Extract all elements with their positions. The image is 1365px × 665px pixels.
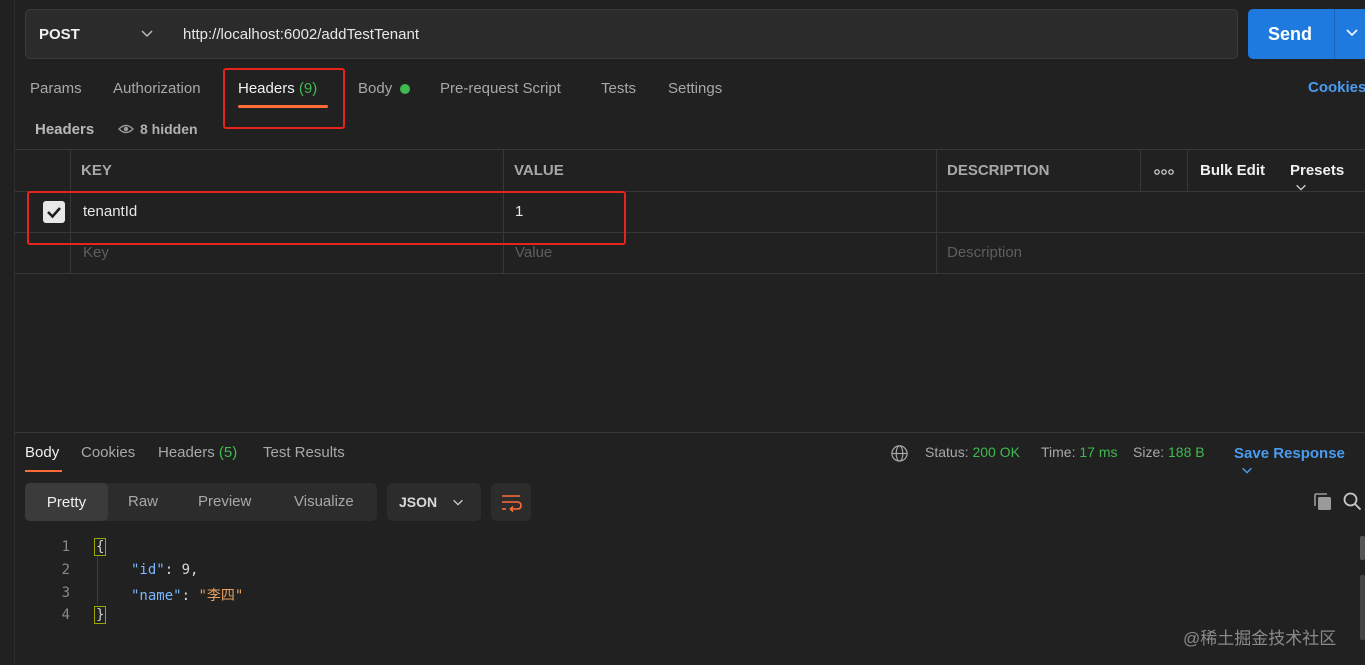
- column-divider: [936, 149, 937, 273]
- view-preview-button[interactable]: Preview: [198, 493, 251, 510]
- json-key-id: "id": [131, 562, 165, 578]
- json-value-id: 9,: [181, 562, 199, 578]
- response-tab-body[interactable]: Body: [25, 444, 59, 461]
- code-line-3[interactable]: "name": "李四": [131, 585, 243, 605]
- chevron-down-icon: [453, 499, 463, 506]
- url-text: http://localhost:6002/addTestTenant: [183, 25, 420, 43]
- column-header-key: KEY: [81, 162, 112, 179]
- search-icon[interactable]: [1342, 491, 1362, 511]
- url-input[interactable]: http://localhost:6002/addTestTenant: [169, 9, 1238, 59]
- view-pretty-button[interactable]: Pretty: [25, 483, 108, 521]
- chevron-down-icon: [1242, 467, 1252, 474]
- wrap-lines-icon: [502, 495, 522, 513]
- tab-params[interactable]: Params: [30, 79, 82, 101]
- hidden-count: 8 hidden: [140, 121, 198, 137]
- chevron-down-icon: [1296, 184, 1306, 191]
- highlight-tenantid-row: [27, 191, 626, 245]
- method-label: POST: [39, 25, 80, 43]
- response-tab-underline: [25, 470, 62, 472]
- column-header-value: VALUE: [514, 162, 564, 179]
- column-header-description: DESCRIPTION: [947, 162, 1050, 179]
- time-label: Time:: [1041, 444, 1076, 460]
- table-border: [15, 273, 1365, 274]
- status-value: 200 OK: [972, 444, 1020, 460]
- format-label: JSON: [399, 494, 438, 510]
- column-divider: [1140, 149, 1141, 191]
- line-number: 4: [61, 607, 70, 623]
- indent-guide: [97, 556, 98, 604]
- status-readout: Status: 200 OK: [925, 444, 1020, 460]
- response-tab-headers[interactable]: Headers (5): [158, 444, 237, 461]
- tab-authorization[interactable]: Authorization: [113, 79, 201, 101]
- response-tab-cookies[interactable]: Cookies: [81, 444, 135, 461]
- response-tab-test-results[interactable]: Test Results: [263, 444, 345, 461]
- scrollbar-track[interactable]: [1360, 575, 1365, 640]
- tab-body[interactable]: Body: [358, 79, 392, 101]
- wrap-lines-button[interactable]: [491, 483, 531, 521]
- line-number: 1: [61, 539, 70, 555]
- code-line-2[interactable]: "id": 9,: [131, 562, 198, 578]
- line-number: 2: [61, 562, 70, 578]
- more-dots-icon: [1154, 169, 1174, 175]
- body-indicator-dot: [400, 84, 410, 94]
- bulk-edit-button[interactable]: Bulk Edit: [1200, 162, 1265, 179]
- pane-divider[interactable]: [15, 432, 1365, 433]
- close-brace: }: [94, 606, 107, 624]
- column-divider: [1187, 149, 1188, 191]
- size-label: Size:: [1133, 444, 1165, 460]
- headers-subheading: Headers: [35, 121, 95, 138]
- code-line-4[interactable]: }: [94, 606, 107, 624]
- tab-prerequest-script[interactable]: Pre-request Script: [440, 79, 561, 101]
- hidden-headers-toggle[interactable]: 8 hidden: [118, 121, 198, 137]
- table-border: [15, 149, 1365, 150]
- left-edge-border: [14, 0, 15, 665]
- json-value-name: "李四": [198, 588, 244, 604]
- response-tab-headers-count: (5): [218, 444, 238, 461]
- presets-dropdown[interactable]: Presets: [1290, 162, 1365, 196]
- time-value: 17 ms: [1079, 444, 1118, 460]
- size-readout: Size: 188 B: [1133, 444, 1205, 460]
- response-tab-headers-label: Headers: [158, 444, 215, 461]
- format-select[interactable]: JSON: [387, 483, 481, 521]
- presets-label: Presets: [1290, 162, 1345, 179]
- send-options-chevron-icon[interactable]: [1344, 24, 1360, 40]
- open-brace: {: [94, 538, 107, 556]
- send-divider: [1334, 9, 1335, 59]
- more-options-button[interactable]: [1154, 164, 1174, 181]
- new-description-input[interactable]: Description: [947, 244, 1022, 261]
- cookies-link[interactable]: Cookies: [1308, 79, 1365, 96]
- new-key-input[interactable]: Key: [83, 244, 109, 261]
- save-response-button[interactable]: Save Response: [1234, 445, 1365, 479]
- save-response-label: Save Response: [1234, 445, 1345, 462]
- globe-icon[interactable]: [890, 444, 909, 463]
- view-visualize-button[interactable]: Visualize: [294, 493, 354, 510]
- code-line-1[interactable]: {: [94, 538, 107, 556]
- status-label: Status:: [925, 444, 969, 460]
- view-raw-button[interactable]: Raw: [128, 493, 158, 510]
- json-key-name: "name": [131, 588, 182, 604]
- time-readout: Time: 17 ms: [1041, 444, 1118, 460]
- watermark-text: @稀土掘金技术社区: [1183, 629, 1337, 648]
- copy-icon[interactable]: [1313, 492, 1333, 512]
- send-label: Send: [1268, 23, 1313, 44]
- size-value: 188 B: [1168, 444, 1205, 460]
- method-select[interactable]: POST: [25, 9, 170, 59]
- chevron-down-icon: [141, 30, 153, 38]
- tab-tests[interactable]: Tests: [601, 79, 636, 101]
- eye-icon: [118, 124, 134, 134]
- tab-settings[interactable]: Settings: [668, 79, 722, 101]
- scrollbar-thumb[interactable]: [1360, 536, 1365, 560]
- new-value-input[interactable]: Value: [515, 244, 552, 261]
- highlight-headers-tab: [223, 68, 345, 129]
- line-number: 3: [61, 585, 70, 601]
